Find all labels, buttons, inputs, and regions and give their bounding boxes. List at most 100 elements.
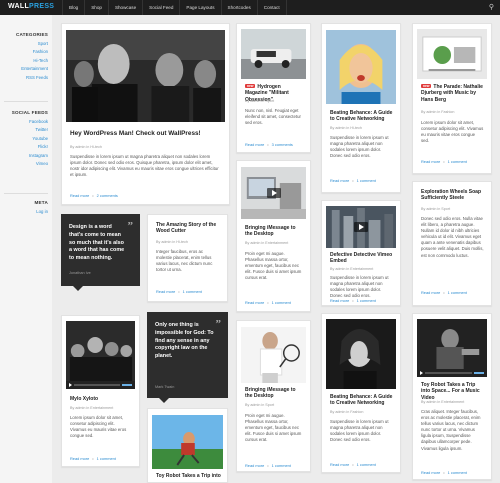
quote-icon: ” [127,220,134,232]
post-excerpt: Suspendisse in lorem ipsum ut magna phar… [330,135,389,159]
post-title[interactable]: Bringing iMessage to the Desktop [245,225,304,238]
nav-item-contact[interactable]: Contact [256,0,287,15]
social-link-twitter[interactable]: Twitter [0,126,48,134]
video-thumbnail[interactable] [241,167,306,219]
post-card: Defective Detective Vimeo Embed By admin… [321,200,401,306]
video-thumbnail[interactable] [66,321,135,389]
post-title[interactable]: Mylo Xyloto [70,396,133,402]
post-image[interactable] [66,30,225,122]
comments-link[interactable]: 2 comments [97,193,118,198]
post-meta: By admin in Sport [245,99,275,103]
category-link[interactable]: Entertainment [0,65,48,73]
social-feeds-widget: SOCIAL FEEDS Facebook Twitter Youtube Fl… [0,110,48,168]
comments-link[interactable]: 1 comment [357,178,376,183]
read-more-link[interactable]: Read more [245,300,264,305]
separator: • [443,470,445,475]
quote-icon: ” [215,318,222,330]
post-meta: By admin in Entertainment [245,241,289,245]
read-more-link[interactable]: Read more [330,178,349,183]
read-more-link[interactable]: Read more [156,289,175,294]
login-link[interactable]: Log in [0,208,48,216]
post-title[interactable]: Hey WordPress Man! Check out WallPress! [70,130,223,138]
post-title[interactable]: Bringing iMessage to the Desktop [245,387,304,400]
nav-item-shortcodes[interactable]: Shortcodes [220,0,257,15]
post-meta: By admin in Hi-tech [156,240,188,244]
social-link-vimeo[interactable]: Vimeo [0,160,48,168]
video-thumbnail[interactable] [417,319,487,377]
category-link[interactable]: Fashion [0,48,48,56]
social-link-facebook[interactable]: Facebook [0,118,48,126]
post-image[interactable] [241,29,306,79]
post-title[interactable]: The Amazing Story of the Wood Cutter [156,222,221,235]
volume-bar[interactable] [474,372,484,374]
read-more-link[interactable]: Read more [245,142,264,147]
play-icon[interactable] [266,188,281,198]
search-icon[interactable]: ⚲ [489,3,494,11]
category-link[interactable]: Sport [0,40,48,48]
post-card: Exploration Wheels Soap Sufficiently Ste… [412,181,492,306]
post-meta: By admin in Fashion [330,410,364,414]
category-link[interactable]: RSS Feeds [0,74,48,82]
comments-link[interactable]: 1 comment [357,298,376,303]
comments-link[interactable]: 1 comment [448,470,467,475]
play-icon[interactable] [69,383,72,387]
post-title[interactable]: Beating Behance: A Guide to Creative Net… [330,394,394,407]
post-meta: By admin in Hi-tech [330,126,362,130]
comments-link[interactable]: 1 comment [272,300,291,305]
category-link[interactable]: Hi-Tech [0,57,48,65]
post-image[interactable] [152,415,223,469]
post-title[interactable]: Toy Robot Takes a Trip into Space... For… [156,473,221,479]
post-title[interactable]: Defective Detective Vimeo Embed [330,252,394,265]
comments-link[interactable]: 1 comment [97,456,116,461]
social-link-youtube[interactable]: Youtube [0,135,48,143]
read-more-link[interactable]: Read more [245,463,264,468]
separator: • [92,456,94,461]
progress-bar[interactable] [74,384,120,386]
read-more-link[interactable]: Read more [421,290,440,295]
post-image[interactable] [417,29,487,79]
post-title[interactable]: new The Parade: Nathalie Djurberg with Mu… [421,84,485,103]
nav-item-page-layouts[interactable]: Page Layouts [179,0,220,15]
read-more-link[interactable]: Read more [330,462,349,467]
nav-item-blog[interactable]: Blog [62,0,84,15]
read-more-link[interactable]: Read more [421,159,440,164]
video-player-controls[interactable] [417,369,487,377]
play-icon[interactable] [420,371,423,375]
comments-link[interactable]: 1 comment [183,289,202,294]
comments-link[interactable]: 1 comment [448,159,467,164]
read-more-link[interactable]: Read more [70,456,89,461]
comments-link[interactable]: 1 comment [272,463,291,468]
post-title[interactable]: Toy Robot Takes a Trip into Space... For… [421,382,485,401]
nav-item-showcase[interactable]: Showcase [107,0,142,15]
volume-bar[interactable] [122,384,132,386]
comments-link[interactable]: 1 comment [448,290,467,295]
nav-item-social-feed[interactable]: Social Feed [142,0,179,15]
read-more-link[interactable]: Read more [330,298,349,303]
post-excerpt: Cras aliquet. Integer faucibus, eros ac … [421,409,481,451]
progress-bar[interactable] [425,372,472,374]
post-excerpt: Suspendisse in lorem ipsum ut magna phar… [330,275,389,297]
site-logo[interactable]: WALLPRESS [8,3,54,10]
post-footer: Read more • 1 comment [421,290,467,295]
post-excerpt: Donec sed odio eros. Nulla vitae elit li… [421,216,484,258]
nav-item-shop[interactable]: Shop [84,0,108,15]
quote-text: Design is a word that's come to mean so … [69,224,125,262]
comments-link[interactable]: 1 comment [357,462,376,467]
video-player-controls[interactable] [66,381,135,389]
read-more-link[interactable]: Read more [421,470,440,475]
post-title[interactable]: Beating Behance: A Guide to Creative Net… [330,110,394,123]
post-card: new Hydrogen Magazine "Militant Obsession… [236,23,311,153]
meta-widget: META Log in [0,200,48,216]
quote-author: Mark Twain [155,385,175,389]
video-thumbnail[interactable] [326,206,396,248]
comments-link[interactable]: 3 comments [272,142,293,147]
play-icon[interactable] [354,222,368,232]
social-link-instagram[interactable]: Instagram [0,152,48,160]
read-more-link[interactable]: Read more [70,193,89,198]
social-link-flickr[interactable]: Flickr [0,143,48,151]
post-title[interactable]: Exploration Wheels Soap Sufficiently Ste… [421,189,485,202]
post-image[interactable] [241,327,306,383]
post-image[interactable] [326,30,396,104]
post-image[interactable] [326,319,396,389]
quote-card: ” Design is a word that's come to mean s… [61,214,140,291]
